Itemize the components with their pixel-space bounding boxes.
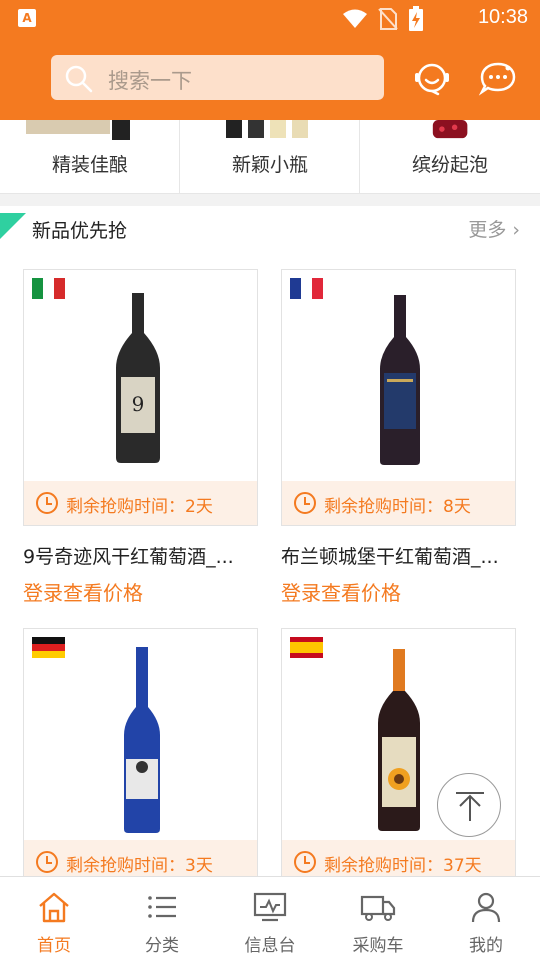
countdown-text: 剩余抢购时间：3天 xyxy=(66,856,213,876)
category-label: 新颖小瓶 xyxy=(231,154,308,176)
product-image-box: 剩余抢购时间：8天 xyxy=(281,269,516,526)
countdown-text: 剩余抢购时间：2天 xyxy=(66,497,213,517)
status-bar: A 10:38 xyxy=(0,0,540,36)
spain-flag-icon xyxy=(290,637,323,658)
category-label: 精装佳酿 xyxy=(51,154,128,176)
france-flag-icon xyxy=(290,278,323,299)
monitor-icon xyxy=(253,892,287,922)
app-notification-icon: A xyxy=(18,9,36,27)
countdown-bar: 剩余抢购时间：2天 xyxy=(24,481,257,525)
chat-button[interactable] xyxy=(478,58,518,98)
section-spacer xyxy=(0,194,540,206)
tab-info[interactable]: 信息台 xyxy=(216,877,324,960)
countdown-text: 剩余抢购时间：37天 xyxy=(324,856,482,876)
user-icon xyxy=(471,892,501,923)
countdown-bar: 剩余抢购时间：8天 xyxy=(282,481,515,525)
tab-label: 采购车 xyxy=(352,936,404,956)
home-icon xyxy=(39,892,69,923)
wifi-icon xyxy=(343,9,367,28)
category-item-gift-box[interactable]: 精装佳酿 xyxy=(0,120,180,194)
battery-charging-icon xyxy=(409,6,423,31)
wine-bottle-image xyxy=(124,647,160,833)
tab-profile[interactable]: 我的 xyxy=(432,877,540,960)
chat-icon xyxy=(478,62,516,96)
tab-home[interactable]: 首页 xyxy=(0,877,108,960)
germany-flag-icon xyxy=(32,637,65,658)
login-to-view-price[interactable]: 登录查看价格 xyxy=(281,577,401,606)
clock-icon xyxy=(294,492,316,514)
product-image-box: 9 剩余抢购时间：2天 xyxy=(23,269,258,526)
no-sim-icon xyxy=(378,8,398,30)
chevron-right-icon: › xyxy=(512,219,520,241)
more-label: 更多 xyxy=(468,219,507,241)
bottom-tab-bar: 首页 分类 信息台 采购车 我的 xyxy=(0,876,540,960)
clock-icon xyxy=(36,851,58,873)
customer-service-icon xyxy=(415,63,449,96)
countdown-text: 剩余抢购时间：8天 xyxy=(324,497,471,517)
customer-service-button[interactable] xyxy=(412,58,452,98)
category-sparkling-thumbnail xyxy=(432,120,468,139)
category-strip: 精装佳酿 新颖小瓶 缤纷起泡 xyxy=(0,120,540,194)
back-to-top-button[interactable] xyxy=(437,773,501,837)
clock-time: 10:38 xyxy=(477,6,528,28)
corner-accent xyxy=(0,213,26,239)
login-to-view-price[interactable]: 登录查看价格 xyxy=(23,577,143,606)
clock-icon xyxy=(36,492,58,514)
status-icons xyxy=(342,6,424,32)
svg-text:9: 9 xyxy=(132,392,145,416)
list-icon xyxy=(148,896,176,918)
truck-icon xyxy=(360,895,396,921)
tab-label: 首页 xyxy=(37,936,71,956)
section-title: 新品优先抢 xyxy=(32,220,128,242)
search-input[interactable]: 搜索一下 xyxy=(51,55,384,100)
product-name[interactable]: 布兰顿城堡干红葡萄酒_... xyxy=(281,542,516,569)
more-link[interactable]: 更多 › xyxy=(468,215,520,242)
category-label: 缤纷起泡 xyxy=(411,154,488,176)
clock-icon xyxy=(294,851,316,873)
wine-bottle-image xyxy=(380,295,420,465)
tab-label: 信息台 xyxy=(244,936,296,956)
new-arrivals-header: 新品优先抢 更多 › xyxy=(0,206,540,252)
italy-flag-icon xyxy=(32,278,65,299)
category-item-sparkling[interactable]: 缤纷起泡 xyxy=(360,120,540,194)
wine-bottle-image: 9 xyxy=(116,293,160,463)
product-name[interactable]: 9号奇迹风干红葡萄酒_... xyxy=(23,542,258,569)
product-image-box: 剩余抢购时间：37天 xyxy=(281,628,516,885)
arrow-up-icon xyxy=(456,792,484,821)
category-gift-box-thumbnail xyxy=(26,120,130,140)
search-icon xyxy=(65,65,93,93)
tab-label: 分类 xyxy=(145,936,179,956)
search-placeholder: 搜索一下 xyxy=(108,69,192,93)
product-image-box: 剩余抢购时间：3天 xyxy=(23,628,258,885)
category-small-bottle-thumbnail xyxy=(226,120,308,138)
tab-label: 我的 xyxy=(469,936,503,956)
tab-cart[interactable]: 采购车 xyxy=(324,877,432,960)
app-header: 搜索一下 xyxy=(0,36,540,120)
category-item-small-bottle[interactable]: 新颖小瓶 xyxy=(180,120,360,194)
wine-bottle-image xyxy=(378,649,420,831)
tab-category[interactable]: 分类 xyxy=(108,877,216,960)
